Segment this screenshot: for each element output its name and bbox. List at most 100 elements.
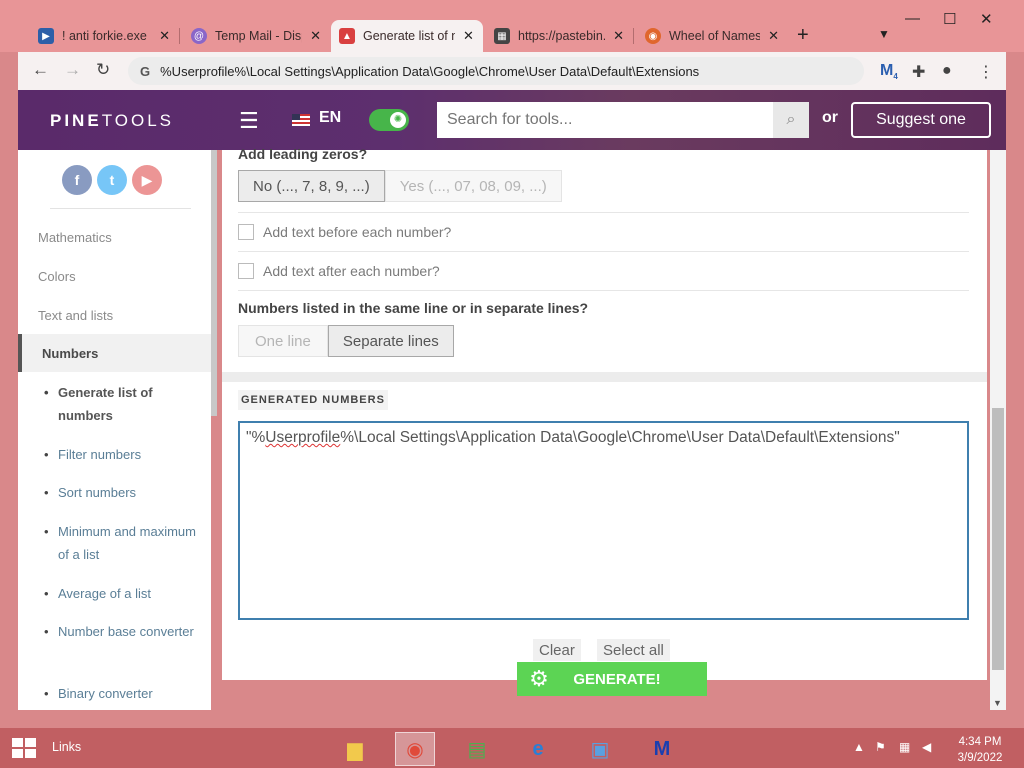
generated-numbers-output[interactable]: "%Userprofile%\Local Settings\Applicatio… [238, 421, 969, 620]
divider [238, 251, 969, 252]
notepad-plus-icon[interactable]: ▤ [457, 732, 497, 766]
tab-title: Generate list of numbers [363, 29, 455, 43]
twitter-icon[interactable]: t [97, 165, 127, 195]
sidebar-item-text-and-lists[interactable]: Text and lists [38, 308, 113, 323]
text-after-label: Add text after each number? [263, 263, 440, 279]
sidebar-subitem-sort-numbers[interactable]: Sort numbers [44, 481, 198, 504]
select-all-button[interactable]: Select all [597, 639, 670, 661]
file-explorer-icon[interactable]: ▆ [335, 732, 375, 766]
close-window-icon[interactable]: ✕ [980, 10, 993, 28]
divider [50, 208, 191, 209]
reload-icon[interactable]: ↻ [96, 60, 110, 80]
close-icon[interactable]: ✕ [463, 28, 474, 44]
site-logo[interactable]: PINETOOLS [50, 111, 174, 131]
wheel-icon: ◉ [645, 28, 661, 44]
tab-pastebin[interactable]: ▦ https://pastebin.com ✕ [486, 20, 632, 52]
at-icon: @ [191, 28, 207, 44]
section-gap [222, 372, 987, 382]
sidebar-subitem-binary-converter[interactable]: Binary converter [44, 682, 198, 705]
maximize-icon[interactable]: ☐ [943, 10, 956, 28]
clock-date: 3/9/2022 [957, 752, 1003, 764]
control-panel-icon[interactable]: ▣ [580, 732, 620, 766]
generate-button[interactable]: ⚙ GENERATE! [517, 662, 707, 696]
one-line-button[interactable]: One line [238, 325, 328, 357]
extension-icon[interactable]: M4 [880, 62, 898, 81]
clock[interactable]: 4:34 PM 3/9/2022 [950, 734, 1010, 766]
pine-tree-icon: ▲ [339, 28, 355, 44]
search-input[interactable] [437, 102, 773, 138]
sidebar: f t ▶ Mathematics Colors Text and lists … [18, 150, 211, 710]
chrome-icon[interactable]: ◉ [395, 732, 435, 766]
sun-icon: ✺ [390, 112, 406, 128]
clock-time: 4:34 PM [958, 736, 1002, 748]
or-text: or [822, 109, 838, 126]
output-misspelled-word: Userprofile [265, 429, 341, 446]
sidebar-subitem-min-max[interactable]: Minimum and maximum of a list [44, 520, 198, 566]
sidebar-subitem-filter-numbers[interactable]: Filter numbers [44, 443, 198, 466]
leading-zeros-yes-button[interactable]: Yes (..., 07, 08, 09, ...) [384, 170, 562, 202]
browser-tab-bar: ▶ ! anti forkie.exe ✕ @ Temp Mail - Disp… [0, 0, 1024, 52]
volume-icon[interactable]: ◀ [922, 740, 931, 754]
internet-explorer-icon[interactable]: e [518, 732, 558, 766]
main-scrollbar[interactable]: ▼ [990, 150, 1006, 710]
leading-zeros-no-button[interactable]: No (..., 7, 8, 9, ...) [238, 170, 385, 202]
puzzle-icon[interactable]: ✚ [912, 62, 925, 82]
google-icon: G [140, 63, 151, 79]
browser-toolbar: ← → ↻ G %Userprofile%\Local Settings\App… [18, 52, 1006, 90]
separate-lines-button[interactable]: Separate lines [327, 325, 454, 357]
chevron-down-icon[interactable]: ▼ [878, 27, 890, 41]
suggest-one-button[interactable]: Suggest one [851, 102, 991, 138]
clear-button[interactable]: Clear [533, 639, 581, 661]
close-icon[interactable]: ✕ [768, 28, 779, 44]
divider [238, 212, 969, 213]
checkbox[interactable] [238, 224, 254, 240]
tab-generate-list[interactable]: ▲ Generate list of numbers ✕ [331, 20, 483, 52]
hamburger-icon[interactable]: ☰ [239, 108, 259, 134]
tab-title: https://pastebin.com [518, 29, 605, 43]
text-after-option[interactable]: Add text after each number? [238, 263, 440, 279]
text-before-label: Add text before each number? [263, 224, 452, 240]
lines-mode-segment: One line Separate lines [238, 325, 454, 357]
main-panel: Add leading zeros? No (..., 7, 8, 9, ...… [222, 146, 987, 696]
theme-toggle[interactable]: ✺ [369, 109, 409, 131]
action-center-icon[interactable]: ⚑ [875, 740, 886, 754]
minimize-icon[interactable]: — [905, 10, 920, 27]
tab-temp-mail[interactable]: @ Temp Mail - Disposable ✕ [183, 20, 329, 52]
tab-title: ! anti forkie.exe [62, 29, 147, 43]
scrollbar-thumb[interactable] [992, 408, 1004, 670]
sidebar-subitem-average[interactable]: Average of a list [44, 582, 198, 605]
facebook-icon[interactable]: f [62, 165, 92, 195]
language-selector[interactable]: EN [319, 109, 341, 127]
checkbox[interactable] [238, 263, 254, 279]
youtube-icon[interactable]: ▶ [132, 165, 162, 195]
search-icon[interactable]: ⌕ [773, 102, 809, 138]
sidebar-subitem-base-converter[interactable]: Number base converter [44, 620, 198, 643]
links-toolbar[interactable]: Links [52, 740, 81, 754]
sidebar-subitem-generate-list[interactable]: Generate list of numbers [44, 381, 198, 427]
sidebar-item-numbers[interactable]: Numbers [18, 334, 211, 372]
malwarebytes-icon[interactable]: M [642, 732, 682, 766]
site-header: PINETOOLS ☰ EN ✺ ⌕ or Suggest one [18, 90, 1006, 150]
sidebar-item-mathematics[interactable]: Mathematics [38, 230, 112, 245]
tab-anti-forkie[interactable]: ▶ ! anti forkie.exe ✕ [30, 20, 178, 52]
address-bar[interactable]: G %Userprofile%\Local Settings\Applicati… [128, 57, 864, 85]
back-icon[interactable]: ← [32, 60, 49, 80]
output-prefix: "% [246, 429, 266, 446]
sidebar-item-colors[interactable]: Colors [38, 269, 76, 284]
close-icon[interactable]: ✕ [613, 28, 624, 44]
text-before-option[interactable]: Add text before each number? [238, 224, 451, 240]
leading-zeros-label: Add leading zeros? [238, 146, 368, 162]
sidebar-scrollbar[interactable] [211, 150, 217, 416]
profile-icon[interactable]: ● [942, 62, 952, 80]
menu-dots-icon[interactable]: ⋮ [978, 62, 994, 82]
new-tab-icon[interactable]: + [797, 24, 809, 47]
tab-wheel-of-names[interactable]: ◉ Wheel of Names ✕ [637, 20, 787, 52]
close-icon[interactable]: ✕ [159, 28, 170, 44]
tray-expand-icon[interactable]: ▲ [853, 740, 865, 754]
scroll-down-icon[interactable]: ▼ [993, 698, 1002, 708]
forward-icon[interactable]: → [64, 60, 81, 80]
network-icon[interactable]: ▦ [899, 740, 910, 754]
generated-numbers-title: GENERATED NUMBERS [238, 390, 388, 410]
close-icon[interactable]: ✕ [310, 28, 321, 44]
windows-start-icon[interactable] [12, 738, 36, 758]
